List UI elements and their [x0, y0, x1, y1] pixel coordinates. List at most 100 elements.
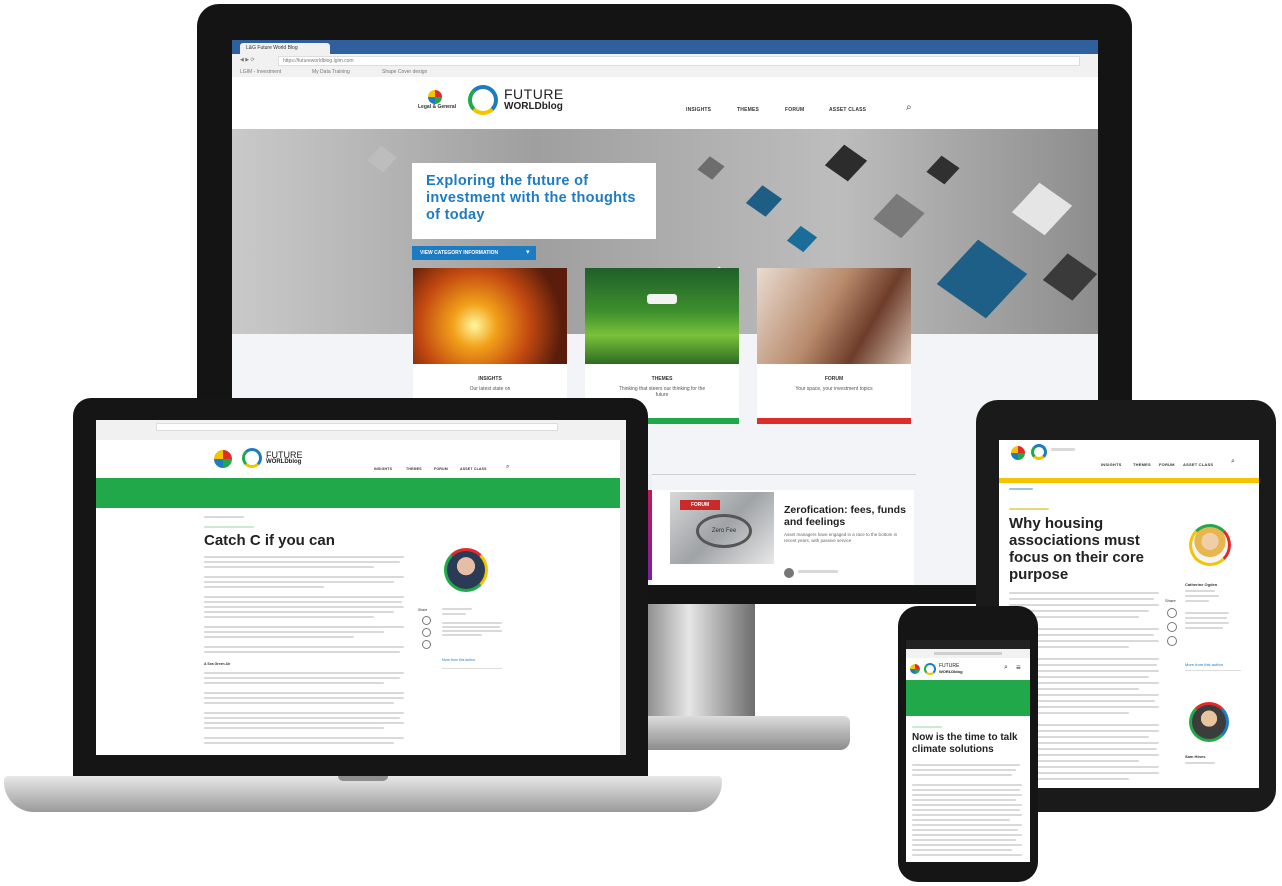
- email-icon[interactable]: [1167, 636, 1177, 646]
- search-icon[interactable]: ⌕: [506, 464, 509, 471]
- text-line: [204, 586, 324, 588]
- text-line: [204, 566, 374, 568]
- bookmark-item[interactable]: Shape Cover design: [382, 69, 427, 75]
- reading-woman-image: [757, 268, 911, 364]
- back-icon[interactable]: ◀ ▶ ⟳: [240, 57, 255, 63]
- nav-forum[interactable]: FORUM: [785, 107, 804, 113]
- future-world-logo-icon: [468, 85, 498, 115]
- chevron-down-icon: ▾: [526, 249, 530, 256]
- hero-text-box: Exploring the future of investment with …: [412, 163, 656, 239]
- linkedin-icon[interactable]: [1167, 608, 1177, 618]
- author-line: [798, 570, 838, 573]
- nav-asset-class[interactable]: ASSET CLASS: [829, 107, 866, 113]
- text-line: [204, 651, 400, 653]
- monitor-stand: [645, 604, 755, 722]
- email-icon[interactable]: [422, 640, 431, 649]
- text-line: [204, 712, 404, 714]
- author-bio: [442, 630, 502, 632]
- more-from-author-link[interactable]: More from this author: [442, 658, 475, 662]
- breadcrumb[interactable]: [204, 516, 244, 518]
- text-line: [912, 849, 1012, 851]
- text-line: [1009, 592, 1159, 594]
- url-bar[interactable]: [906, 649, 1030, 658]
- logo-world: WORLDblog: [939, 669, 963, 674]
- nav-asset-class[interactable]: ASSET CLASS: [460, 467, 487, 471]
- nav-insights[interactable]: INSIGHTS: [374, 467, 392, 471]
- legal-general-logo[interactable]: [1011, 446, 1025, 460]
- text-line: [204, 646, 404, 648]
- cube-decoration: [824, 144, 868, 182]
- menu-icon[interactable]: ≡: [1016, 663, 1021, 672]
- nav-themes[interactable]: THEMES: [1133, 462, 1151, 467]
- nav-themes[interactable]: THEMES: [406, 467, 422, 471]
- site-header: FUTURE WORLDblog ⌕ ≡: [906, 658, 1030, 680]
- more-from-author-link[interactable]: More from this author: [1185, 662, 1223, 667]
- article-excerpt: Asset managers have engaged in a race to…: [784, 532, 898, 543]
- article-title: Why housing associations must focus on t…: [1009, 515, 1145, 583]
- nav-themes[interactable]: THEMES: [737, 107, 759, 113]
- legal-general-logo[interactable]: Legal & General: [418, 90, 456, 116]
- breadcrumb[interactable]: [1009, 488, 1033, 490]
- logo-world: WORLDblog: [266, 459, 302, 465]
- divider: [632, 474, 916, 475]
- text-line: [204, 682, 384, 684]
- legal-general-logo[interactable]: [214, 450, 232, 468]
- umbrella-icon: [428, 90, 442, 104]
- url-field[interactable]: [156, 423, 558, 431]
- search-icon[interactable]: ⌕: [906, 102, 912, 113]
- browser-tab[interactable]: L&G Future World Blog: [240, 43, 330, 54]
- card-title: THEMES: [651, 376, 673, 382]
- view-category-button[interactable]: VIEW CATEGORY INFORMATION ▾: [412, 246, 536, 260]
- author-role: [442, 613, 466, 615]
- site-header: Legal & General FUTURE WORLDblog INSIGHT…: [232, 77, 1098, 129]
- text-line: [912, 829, 1018, 831]
- scrollbar[interactable]: [620, 440, 626, 755]
- twitter-icon[interactable]: [422, 628, 431, 637]
- cube-decoration: [1011, 182, 1073, 236]
- url-field[interactable]: https://futureworldblog.lgim.com: [278, 56, 1080, 66]
- laptop-notch: [338, 776, 388, 781]
- card-text: Our latest state on: [469, 386, 511, 392]
- linkedin-icon[interactable]: [422, 616, 431, 625]
- nav-forum[interactable]: FORUM: [434, 467, 448, 471]
- author-role: [1185, 595, 1219, 597]
- category-card-forum[interactable]: FORUM Your space, your investment topics: [757, 268, 911, 424]
- text-line: [912, 854, 1022, 856]
- text-line: [204, 737, 404, 739]
- article-title: Now is the time to talk climate solution…: [912, 732, 1018, 755]
- text-line: [912, 809, 1020, 811]
- future-world-logo-icon: [1031, 444, 1047, 460]
- site-header: FUTURE WORLDblog INSIGHTS THEMES FORUM A…: [96, 440, 626, 478]
- future-world-logo-icon: [242, 448, 262, 468]
- search-icon[interactable]: ⌕: [1004, 664, 1008, 672]
- legal-general-logo[interactable]: [910, 664, 920, 674]
- url-field[interactable]: [934, 652, 1002, 655]
- category-label: [1009, 508, 1049, 510]
- logo-text: Legal & General: [418, 104, 457, 110]
- text-line: [912, 799, 1016, 801]
- search-icon[interactable]: ⌕: [1231, 458, 1235, 466]
- article-card[interactable]: FORUM Zero Fee Zerofication: fees, funds…: [652, 490, 914, 585]
- author-name: Catherine Ogden: [1185, 582, 1218, 587]
- nav-insights[interactable]: INSIGHTS: [686, 107, 711, 113]
- author-avatar: [1189, 524, 1231, 566]
- nav-forum[interactable]: FORUM: [1159, 462, 1175, 467]
- text-line: [204, 616, 374, 618]
- phone-screen: FUTURE WORLDblog ⌕ ≡ Now is the time to …: [906, 640, 1030, 862]
- forum-badge: FORUM: [680, 500, 720, 510]
- author-role: [1185, 600, 1209, 602]
- text-line: [204, 702, 394, 704]
- bookmark-item[interactable]: My Data Training: [312, 69, 350, 75]
- author-bio: [1185, 617, 1227, 619]
- bookmark-item[interactable]: LGIM - Investment: [240, 69, 281, 75]
- share-label: Share: [418, 608, 428, 612]
- cube-decoration: [1042, 253, 1098, 301]
- nav-insights[interactable]: INSIGHTS: [1101, 462, 1122, 467]
- article-title[interactable]: Zerofication: fees, funds and feelings: [784, 504, 914, 528]
- nav-asset-class[interactable]: ASSET CLASS: [1183, 462, 1213, 467]
- text-line: [912, 834, 1022, 836]
- browser-address-bar: ◀ ▶ ⟳ https://futureworldblog.lgim.com: [232, 54, 1098, 68]
- hero-heading: Exploring the future of investment with …: [426, 173, 636, 223]
- twitter-icon[interactable]: [1167, 622, 1177, 632]
- text-line: [912, 794, 1022, 796]
